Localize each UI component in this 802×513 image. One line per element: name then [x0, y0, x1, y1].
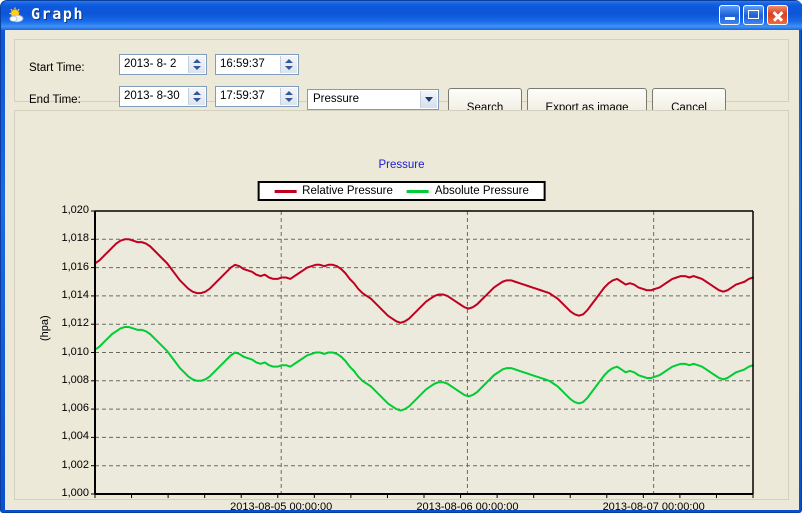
- end-time-stepper[interactable]: [280, 88, 297, 105]
- chevron-up-icon[interactable]: [193, 59, 201, 63]
- start-date-stepper[interactable]: [188, 56, 205, 73]
- chevron-up-icon[interactable]: [285, 91, 293, 95]
- end-date-input[interactable]: 2013- 8-30: [119, 86, 207, 107]
- query-form-panel: Start Time: End Time: 2013- 8- 2 16:59:3…: [14, 39, 789, 128]
- pressure-line-chart: [91, 210, 754, 498]
- measure-select-value: Pressure: [313, 93, 360, 105]
- end-time-label: End Time:: [29, 94, 81, 106]
- client-area: Start Time: End Time: 2013- 8- 2 16:59:3…: [5, 30, 799, 513]
- maximize-icon: [748, 10, 759, 19]
- x-tick-label: 2013-08-07 00:00:00: [602, 501, 705, 513]
- end-time-value: 17:59:37: [220, 90, 265, 102]
- end-date-stepper[interactable]: [188, 88, 205, 105]
- plot-wrapper: (hpa) 1,000 1,002 1,004 1,006 1,008 1,010 1,01…: [15, 111, 790, 513]
- chevron-up-icon[interactable]: [285, 59, 293, 63]
- start-time-input[interactable]: 16:59:37: [215, 54, 299, 75]
- measure-select[interactable]: Pressure: [307, 89, 439, 110]
- x-tick-label: 2013-08-05 00:00:00: [230, 501, 333, 513]
- weather-sun-icon: [9, 7, 24, 23]
- window-title: Graph: [31, 5, 85, 23]
- chevron-down-icon[interactable]: [285, 98, 293, 102]
- chevron-down-icon[interactable]: [285, 66, 293, 70]
- maximize-button[interactable]: [743, 5, 764, 25]
- graph-window: Graph Start Time: End Time: 2013- 8- 2 1…: [0, 0, 802, 513]
- chevron-up-icon[interactable]: [193, 91, 201, 95]
- title-bar: Graph: [1, 1, 802, 30]
- chevron-down-icon: [425, 97, 433, 102]
- start-date-value: 2013- 8- 2: [124, 58, 177, 70]
- chart-panel: Pressure Relative Pressure Absolute Pres…: [14, 110, 790, 513]
- close-button[interactable]: [767, 5, 788, 25]
- start-date-input[interactable]: 2013- 8- 2: [119, 54, 207, 75]
- start-time-value: 16:59:37: [220, 58, 265, 70]
- minimize-icon: [725, 17, 735, 20]
- end-time-input[interactable]: 17:59:37: [215, 86, 299, 107]
- end-date-value: 2013- 8-30: [124, 90, 180, 102]
- chevron-down-icon[interactable]: [193, 66, 201, 70]
- start-time-label: Start Time:: [29, 62, 85, 74]
- chevron-down-icon[interactable]: [193, 98, 201, 102]
- measure-select-dropdown-button[interactable]: [420, 91, 437, 108]
- minimize-button[interactable]: [719, 5, 740, 25]
- x-tick-label: 2013-08-06 00:00:00: [416, 501, 519, 513]
- start-time-stepper[interactable]: [280, 56, 297, 73]
